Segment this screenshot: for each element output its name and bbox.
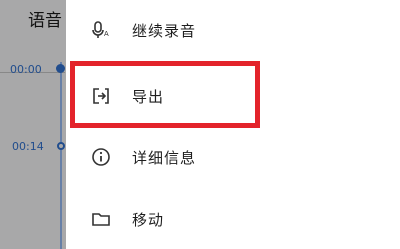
info-icon bbox=[90, 146, 112, 168]
menu-item-continue-recording[interactable]: A 继续录音 bbox=[66, 0, 400, 60]
menu-item-label: 详细信息 bbox=[132, 148, 197, 167]
mic-continue-icon: A bbox=[90, 19, 112, 41]
menu-item-label: 继续录音 bbox=[132, 21, 197, 40]
menu-item-details[interactable]: 详细信息 bbox=[66, 127, 400, 187]
svg-text:A: A bbox=[104, 31, 109, 38]
folder-icon bbox=[90, 208, 112, 230]
menu-item-move[interactable]: 移动 bbox=[66, 189, 400, 249]
menu-item-label: 移动 bbox=[132, 210, 165, 229]
export-highlight-box bbox=[70, 61, 260, 128]
